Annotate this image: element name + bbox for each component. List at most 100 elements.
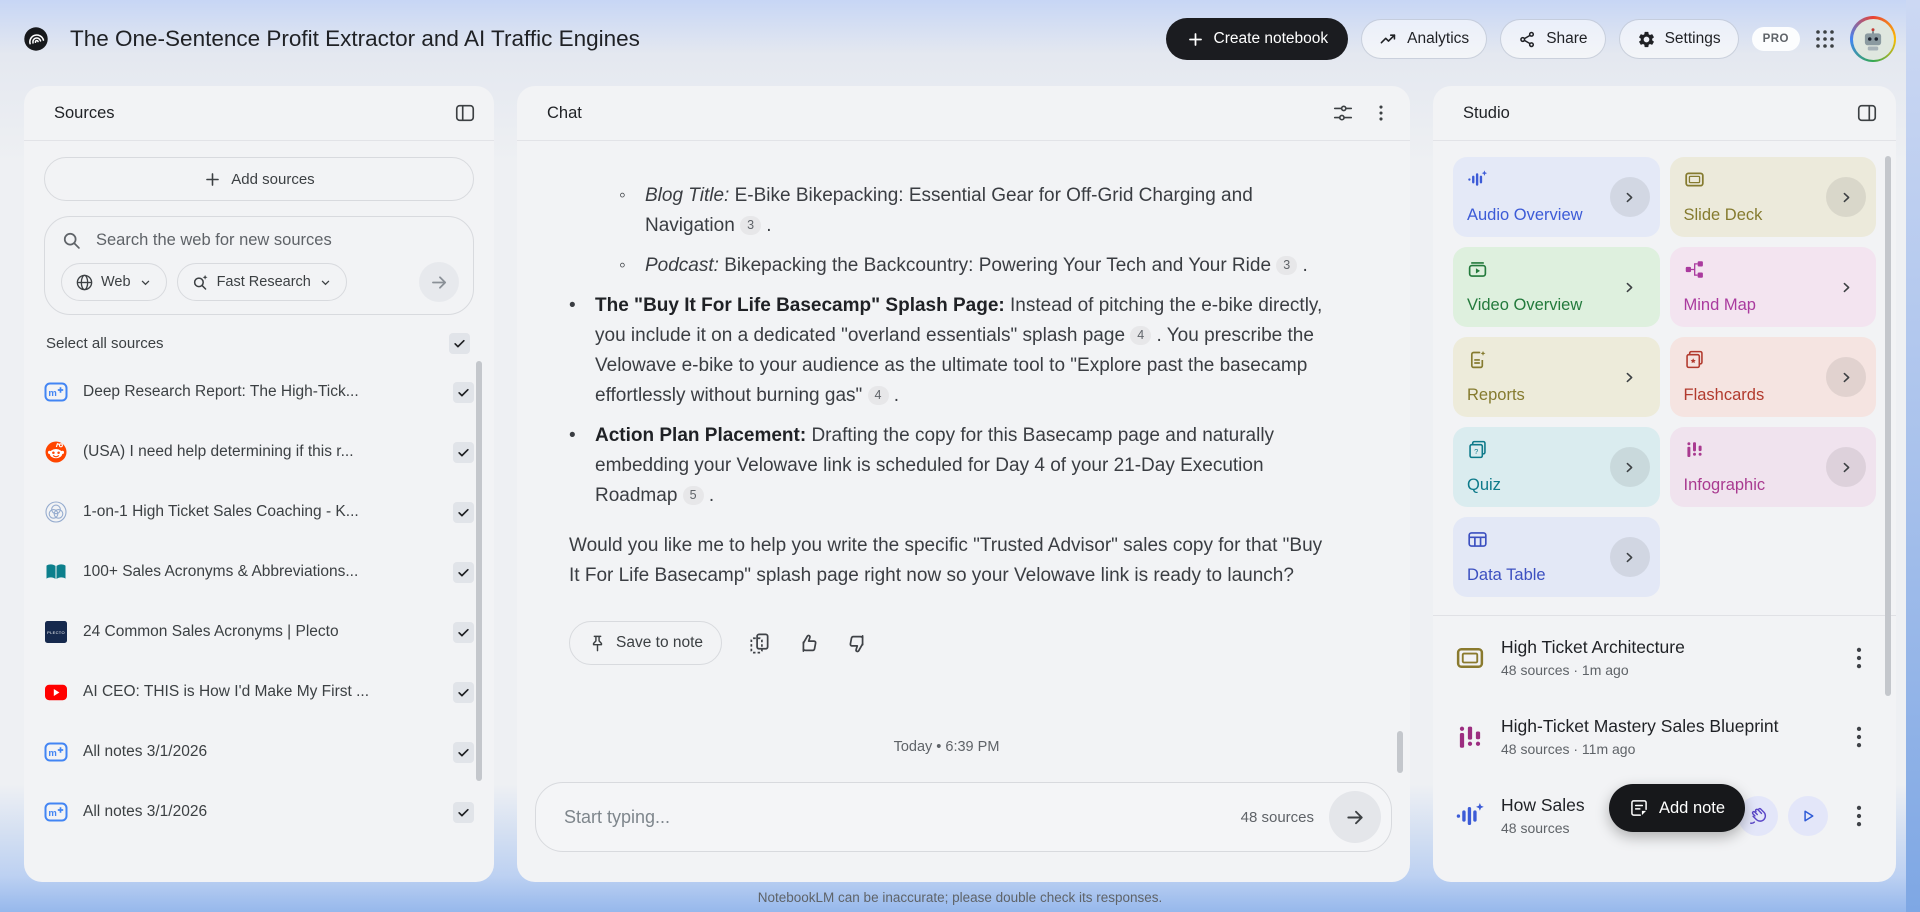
source-list-item[interactable]: mAll notes 3/1/2026 [44,782,474,842]
chevron-right-icon[interactable] [1610,267,1650,307]
send-message-button[interactable] [1329,791,1381,843]
youtube-icon [44,680,68,704]
note-compose-icon [1629,798,1649,818]
arrow-right-icon [429,272,450,293]
chevron-right-icon[interactable] [1826,447,1866,487]
studio-tool-infographic[interactable]: Infographic [1670,427,1877,507]
thumbs-up-icon[interactable] [797,632,820,655]
save-to-note-label: Save to note [616,634,703,652]
artifact-meta: 48 sources · 1m ago [1501,662,1828,678]
chat-source-count: 48 sources [1241,809,1314,826]
artifact-meta: 48 sources · 11m ago [1501,741,1828,757]
chat-panel-title: Chat [547,104,582,123]
studio-tool-mind-map[interactable]: Mind Map [1670,247,1877,327]
slide-deck-icon [1684,169,1705,190]
collapse-panel-icon[interactable] [1856,102,1878,124]
source-list-item[interactable]: 100+ Sales Acronyms & Abbreviations... [44,542,474,602]
play-audio-button[interactable] [1788,796,1828,836]
app-grid-icon[interactable] [1813,27,1837,51]
citation-chip[interactable]: 4 [868,386,889,405]
source-checkbox[interactable] [453,622,474,643]
notebooklm-logo-icon[interactable] [24,27,48,51]
studio-artifact-item[interactable]: High Ticket Architecture48 sources · 1m … [1453,618,1876,697]
settings-button[interactable]: Settings [1619,19,1739,59]
add-note-button[interactable]: Add note [1609,784,1745,832]
source-checkbox[interactable] [453,802,474,823]
source-title: 1-on-1 High Ticket Sales Coaching - K... [83,503,438,521]
citation-chip[interactable]: 3 [1276,256,1297,275]
source-checkbox[interactable] [453,682,474,703]
save-to-note-button[interactable]: Save to note [569,621,722,665]
chevron-right-icon[interactable] [1610,357,1650,397]
studio-panel: Studio Audio OverviewSlide DeckVideo Ove… [1433,86,1896,882]
chevron-right-icon[interactable] [1826,177,1866,217]
artifact-menu-icon[interactable] [1844,801,1874,831]
artifact-menu-icon[interactable] [1844,722,1874,752]
source-list-item[interactable]: PLECTO24 Common Sales Acronyms | Plecto [44,602,474,662]
sources-scrollbar[interactable] [476,361,482,781]
source-list-item[interactable]: mDeep Research Report: The High-Tick... [44,362,474,422]
source-checkbox[interactable] [453,562,474,583]
studio-tool-video-overview[interactable]: Video Overview [1453,247,1660,327]
studio-tool-label: Mind Map [1684,296,1756,315]
chat-scrollbar[interactable] [1397,731,1403,773]
citation-chip[interactable]: 5 [683,486,704,505]
select-all-checkbox[interactable] [449,333,470,354]
globe-icon [75,273,94,292]
source-scope-dropdown[interactable]: Web [61,263,167,301]
collapse-panel-icon[interactable] [454,102,476,124]
video-icon [1467,259,1488,280]
copy-icon[interactable] [748,632,771,655]
select-all-sources-label: Select all sources [46,335,164,352]
source-list-item[interactable]: mAll notes 3/1/2026 [44,722,474,782]
citation-chip[interactable]: 3 [740,216,761,235]
share-button[interactable]: Share [1500,19,1605,59]
chevron-right-icon[interactable] [1826,357,1866,397]
pro-badge: PRO [1752,27,1800,51]
studio-tool-reports[interactable]: Reports [1453,337,1660,417]
source-title: All notes 3/1/2026 [83,743,438,761]
chat-input[interactable] [562,806,1241,829]
source-list-item[interactable]: AI CEO: THIS is How I'd Make My First ..… [44,662,474,722]
source-checkbox[interactable] [453,742,474,763]
research-mode-dropdown[interactable]: Fast Research [177,263,347,301]
audio-waveform-icon [1455,801,1485,831]
assistant-message-bullets: ◦Blog Title: E-Bike Bikepacking: Essenti… [569,181,1324,511]
play-icon [1798,806,1818,826]
chevron-right-icon[interactable] [1826,267,1866,307]
chevron-right-icon[interactable] [1610,537,1650,577]
studio-tool-label: Data Table [1467,566,1546,585]
chevron-right-icon[interactable] [1610,447,1650,487]
analytics-button[interactable]: Analytics [1361,19,1487,59]
add-sources-label: Add sources [231,171,314,188]
studio-tool-label: Video Overview [1467,296,1582,315]
chevron-right-icon[interactable] [1610,177,1650,217]
studio-tool-audio-overview[interactable]: Audio Overview [1453,157,1660,237]
source-checkbox[interactable] [453,442,474,463]
source-checkbox[interactable] [453,382,474,403]
source-checkbox[interactable] [453,502,474,523]
source-list-item[interactable]: (USA) I need help determining if this r.… [44,422,474,482]
studio-tool-slide-deck[interactable]: Slide Deck [1670,157,1877,237]
plus-icon [203,170,222,189]
more-vertical-icon[interactable] [1370,102,1392,124]
thumbs-down-icon[interactable] [846,632,869,655]
artifact-menu-icon[interactable] [1844,643,1874,673]
studio-tool-label: Reports [1467,386,1525,405]
create-notebook-button[interactable]: Create notebook [1166,18,1349,60]
submit-search-button[interactable] [419,262,459,302]
settings-label: Settings [1665,30,1721,48]
web-search-input[interactable] [94,230,459,251]
studio-tool-flashcards[interactable]: Flashcards [1670,337,1877,417]
source-list-item[interactable]: 1-on-1 High Ticket Sales Coaching - K... [44,482,474,542]
source-title: AI CEO: THIS is How I'd Make My First ..… [83,683,438,701]
studio-artifact-item[interactable]: High-Ticket Mastery Sales Blueprint48 so… [1453,697,1876,776]
add-sources-button[interactable]: Add sources [44,157,474,201]
studio-tool-data-table[interactable]: Data Table [1453,517,1660,597]
citation-chip[interactable]: 4 [1130,326,1151,345]
user-avatar[interactable] [1850,16,1896,62]
tune-icon[interactable] [1332,102,1354,124]
studio-scrollbar[interactable] [1885,156,1891,696]
studio-tool-quiz[interactable]: ?Quiz [1453,427,1660,507]
studio-tool-label: Flashcards [1684,386,1765,405]
